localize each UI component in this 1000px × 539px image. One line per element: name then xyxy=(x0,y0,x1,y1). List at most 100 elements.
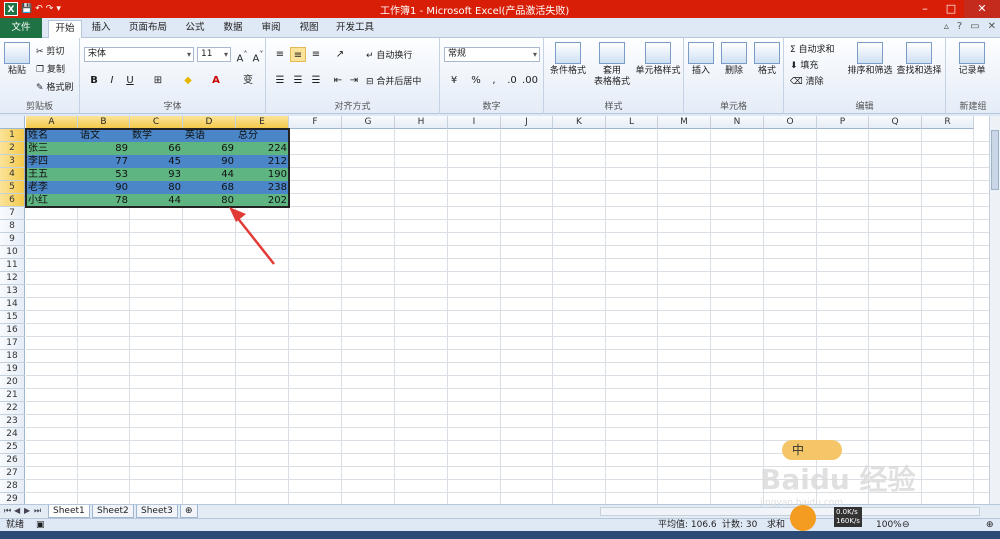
column-header-E[interactable]: E xyxy=(236,116,289,129)
row-header-19[interactable]: 19 xyxy=(0,363,25,376)
row-header-25[interactable]: 25 xyxy=(0,441,25,454)
column-header-I[interactable]: I xyxy=(448,116,501,129)
row-header-27[interactable]: 27 xyxy=(0,467,25,480)
data-cell[interactable]: 89 xyxy=(78,142,130,155)
italic-button[interactable]: I xyxy=(104,73,120,88)
merge-center-button[interactable]: ⊟ 合并后居中 xyxy=(366,74,421,87)
maximize-button[interactable]: □ xyxy=(938,0,964,18)
data-cell[interactable]: 78 xyxy=(78,194,130,207)
data-cell[interactable]: 李四 xyxy=(26,155,78,168)
increase-decimal-icon[interactable]: .0 xyxy=(504,73,520,88)
row-header-2[interactable]: 2 xyxy=(0,142,25,155)
column-header-Q[interactable]: Q xyxy=(869,116,922,129)
sheet-tab-2[interactable]: Sheet2 xyxy=(92,505,134,518)
data-cell[interactable]: 80 xyxy=(183,194,236,207)
data-cell[interactable]: 224 xyxy=(236,142,289,155)
row-header-15[interactable]: 15 xyxy=(0,311,25,324)
copy-button[interactable]: ❐ 复制 xyxy=(36,62,65,75)
row-header-21[interactable]: 21 xyxy=(0,389,25,402)
column-header-L[interactable]: L xyxy=(606,116,658,129)
data-cell[interactable]: 238 xyxy=(236,181,289,194)
redo-icon[interactable]: ↷ xyxy=(46,4,54,14)
row-header-28[interactable]: 28 xyxy=(0,480,25,493)
currency-icon[interactable]: ¥ xyxy=(446,73,462,88)
data-cell[interactable]: 212 xyxy=(236,155,289,168)
clear-button[interactable]: ⌫ 清除 xyxy=(790,74,824,87)
row-header-5[interactable]: 5 xyxy=(0,181,25,194)
data-cell[interactable]: 80 xyxy=(130,181,183,194)
column-header-N[interactable]: N xyxy=(711,116,764,129)
data-cell[interactable]: 张三 xyxy=(26,142,78,155)
row-header-7[interactable]: 7 xyxy=(0,207,25,220)
cell-styles-button[interactable]: 单元格样式 xyxy=(634,42,682,77)
column-header-D[interactable]: D xyxy=(183,116,236,129)
shrink-font-icon[interactable]: A˅ xyxy=(250,47,266,64)
fill-color-icon[interactable]: ◆ xyxy=(180,73,196,88)
data-cell[interactable]: 66 xyxy=(130,142,183,155)
column-header-P[interactable]: P xyxy=(817,116,869,129)
column-header-M[interactable]: M xyxy=(658,116,711,129)
close-button[interactable]: ✕ xyxy=(964,0,1000,18)
data-cell[interactable]: 93 xyxy=(130,168,183,181)
delete-cells-button[interactable]: 删除 xyxy=(717,42,751,77)
format-painter-button[interactable]: ✎ 格式刷 xyxy=(36,80,73,93)
tab-review[interactable]: 审阅 xyxy=(256,20,286,38)
column-header-F[interactable]: F xyxy=(289,116,342,129)
sheet-tab-1[interactable]: Sheet1 xyxy=(48,505,90,518)
row-header-18[interactable]: 18 xyxy=(0,350,25,363)
header-cell[interactable]: 总分 xyxy=(236,129,289,142)
record-form-button[interactable]: 记录单 xyxy=(950,42,994,77)
row-header-16[interactable]: 16 xyxy=(0,324,25,337)
column-header-H[interactable]: H xyxy=(395,116,448,129)
column-header-C[interactable]: C xyxy=(130,116,183,129)
phonetic-button[interactable]: 变 xyxy=(240,73,256,88)
new-sheet-icon[interactable]: ⊕ xyxy=(180,505,198,518)
last-sheet-icon[interactable]: ⏭ xyxy=(34,506,41,516)
row-header-20[interactable]: 20 xyxy=(0,376,25,389)
row-header-1[interactable]: 1 xyxy=(0,129,25,142)
row-header-10[interactable]: 10 xyxy=(0,246,25,259)
align-right-icon[interactable]: ☰ xyxy=(308,73,324,88)
align-left-icon[interactable]: ☰ xyxy=(272,73,288,88)
data-cell[interactable]: 53 xyxy=(78,168,130,181)
data-cell[interactable]: 190 xyxy=(236,168,289,181)
header-cell[interactable]: 英语 xyxy=(183,129,236,142)
font-name-select[interactable]: 宋体 xyxy=(84,47,194,62)
restore-icon[interactable]: ▭ xyxy=(970,21,979,32)
header-cell[interactable]: 数学 xyxy=(130,129,183,142)
insert-cells-button[interactable]: 插入 xyxy=(684,42,718,77)
data-cell[interactable]: 77 xyxy=(78,155,130,168)
autosum-button[interactable]: Σ 自动求和 xyxy=(790,42,835,55)
font-size-select[interactable]: 11 xyxy=(197,47,231,62)
row-header-13[interactable]: 13 xyxy=(0,285,25,298)
sheet-tab-3[interactable]: Sheet3 xyxy=(136,505,178,518)
column-header-O[interactable]: O xyxy=(764,116,817,129)
tab-view[interactable]: 视图 xyxy=(294,20,324,38)
column-header-G[interactable]: G xyxy=(342,116,395,129)
row-header-6[interactable]: 6 xyxy=(0,194,25,207)
header-cell[interactable]: 语文 xyxy=(78,129,130,142)
wrap-text-button[interactable]: ↵ 自动换行 xyxy=(366,48,412,61)
ime-indicator[interactable]: 中 xyxy=(782,440,842,460)
first-sheet-icon[interactable]: ⏮ xyxy=(4,506,11,516)
data-cell[interactable]: 45 xyxy=(130,155,183,168)
row-header-11[interactable]: 11 xyxy=(0,259,25,272)
tab-data[interactable]: 数据 xyxy=(218,20,248,38)
save-icon[interactable]: 💾 xyxy=(21,4,32,14)
data-cell[interactable]: 90 xyxy=(183,155,236,168)
scroll-thumb[interactable] xyxy=(991,130,999,190)
row-header-9[interactable]: 9 xyxy=(0,233,25,246)
close-workbook-icon[interactable]: ✕ xyxy=(988,21,996,32)
collapse-ribbon-icon[interactable]: ▵ xyxy=(944,21,949,32)
conditional-format-button[interactable]: 条件格式 xyxy=(546,42,590,77)
paste-button[interactable]: 粘贴 xyxy=(2,42,32,77)
font-color-button[interactable]: A xyxy=(208,73,224,88)
align-center-icon[interactable]: ☰ xyxy=(290,73,306,88)
header-cell[interactable]: 姓名 xyxy=(26,129,78,142)
grow-font-icon[interactable]: A˄ xyxy=(234,47,250,64)
row-header-29[interactable]: 29 xyxy=(0,493,25,504)
format-cells-button[interactable]: 格式 xyxy=(750,42,784,77)
tab-home[interactable]: 开始 xyxy=(48,20,82,38)
column-header-R[interactable]: R xyxy=(922,116,974,129)
tab-file[interactable]: 文件 xyxy=(0,18,42,38)
